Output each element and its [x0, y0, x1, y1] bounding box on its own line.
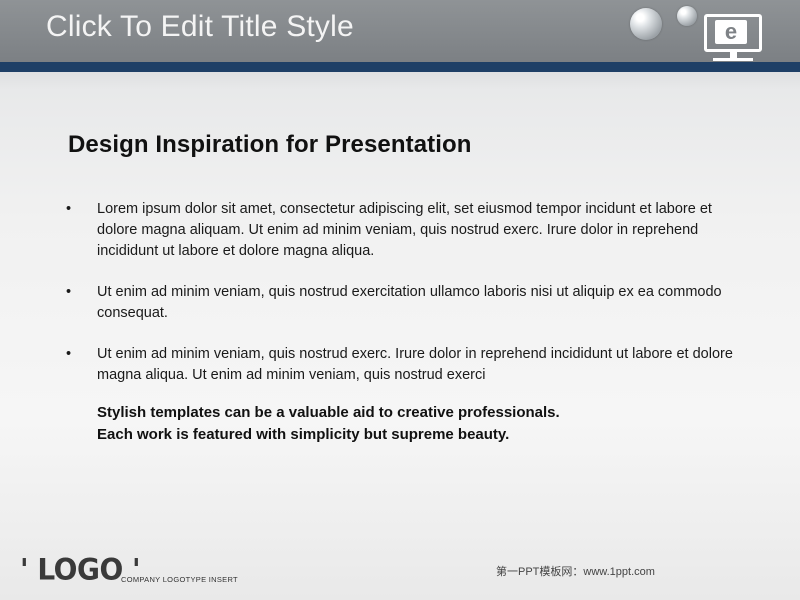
- emphasis-line: Each work is featured with simplicity bu…: [97, 426, 510, 443]
- bullet-item[interactable]: • Ut enim ad minim veniam, quis nostrud …: [66, 282, 746, 324]
- monitor-letter: e: [715, 20, 747, 44]
- bullet-text: Ut enim ad minim veniam, quis nostrud ex…: [97, 346, 733, 383]
- bullet-text: Lorem ipsum dolor sit amet, consectetur …: [97, 201, 712, 259]
- monitor-base: [713, 58, 753, 61]
- bubble-icon: [630, 8, 662, 40]
- header-divider: [0, 62, 800, 72]
- header-bar: Click To Edit Title Style e: [0, 0, 800, 62]
- emphasis-block[interactable]: Stylish templates can be a valuable aid …: [97, 402, 560, 446]
- bullet-item[interactable]: • Lorem ipsum dolor sit amet, consectetu…: [66, 199, 746, 262]
- bubble-small-icon: [677, 6, 697, 26]
- footer-site-text: 第一PPT模板网：www.1ppt.com: [496, 566, 655, 578]
- bullet-marker: •: [66, 201, 72, 217]
- bullet-text: Ut enim ad minim veniam, quis nostrud ex…: [97, 284, 722, 321]
- logo-tagline: COMPANY LOGOTYPE INSERT: [121, 575, 238, 584]
- bullet-item[interactable]: • Ut enim ad minim veniam, quis nostrud …: [66, 344, 746, 386]
- emphasis-line: Stylish templates can be a valuable aid …: [97, 404, 560, 421]
- bullet-marker: •: [66, 284, 72, 300]
- content-heading[interactable]: Design Inspiration for Presentation: [68, 131, 472, 159]
- bullet-list: • Lorem ipsum dolor sit amet, consectetu…: [66, 199, 746, 406]
- bullet-marker: •: [66, 346, 72, 362]
- slide-title[interactable]: Click To Edit Title Style: [46, 10, 354, 44]
